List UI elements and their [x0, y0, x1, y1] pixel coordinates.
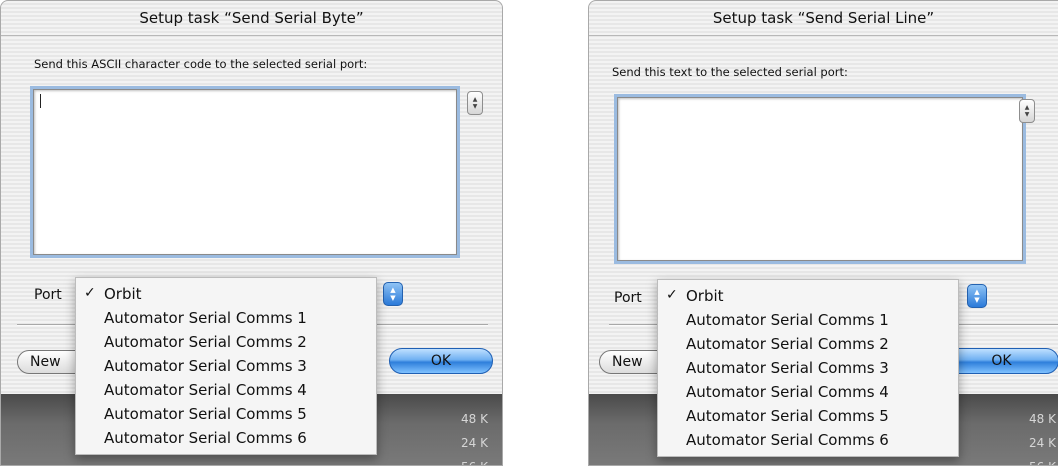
dialog-title: Setup task “Send Serial Byte”	[1, 1, 502, 36]
ok-button[interactable]: OK	[944, 348, 1058, 374]
menu-item-label: Automator Serial Comms 1	[104, 309, 307, 327]
background-file-sizes: 48 K 24 K 56 K	[1029, 407, 1056, 465]
stepper-arrows-icon[interactable]: ▲ ▼	[467, 91, 483, 115]
file-size: 24 K	[1029, 436, 1056, 450]
stepper-arrows-icon[interactable]: ▲ ▼	[1019, 99, 1035, 123]
menu-item-label: Automator Serial Comms 6	[686, 431, 889, 449]
popup-arrows-icon[interactable]: ▲ ▼	[383, 282, 403, 306]
file-size: 56 K	[461, 455, 488, 465]
menu-item-serial-comms-5[interactable]: Automator Serial Comms 5	[658, 404, 958, 428]
menu-item-serial-comms-3[interactable]: Automator Serial Comms 3	[658, 356, 958, 380]
prompt-label: Send this text to the selected serial po…	[612, 65, 848, 79]
file-size: 48 K	[1029, 412, 1056, 426]
text-caret	[40, 94, 41, 108]
background-file-sizes: 48 K 24 K 56 K	[461, 407, 488, 465]
file-size: 56 K	[1029, 455, 1056, 465]
menu-item-label: Automator Serial Comms 4	[686, 383, 889, 401]
menu-item-label: Orbit	[686, 287, 724, 305]
menu-item-serial-comms-1[interactable]: Automator Serial Comms 1	[76, 306, 376, 330]
port-label: Port	[34, 287, 62, 303]
menu-item-label: Automator Serial Comms 2	[104, 333, 307, 351]
menu-item-serial-comms-4[interactable]: Automator Serial Comms 4	[658, 380, 958, 404]
port-popup-menu: ✓ Orbit Automator Serial Comms 1 Automat…	[75, 277, 377, 455]
menu-item-serial-comms-2[interactable]: Automator Serial Comms 2	[658, 332, 958, 356]
menu-item-serial-comms-6[interactable]: Automator Serial Comms 6	[76, 426, 376, 450]
send-serial-line-dialog: Setup task “Send Serial Line” Send this …	[588, 0, 1058, 466]
menu-item-label: Automator Serial Comms 3	[686, 359, 889, 377]
menu-item-label: Automator Serial Comms 1	[686, 311, 889, 329]
prompt-label: Send this ASCII character code to the se…	[34, 57, 368, 71]
menu-item-label: Automator Serial Comms 6	[104, 429, 307, 447]
menu-item-serial-comms-1[interactable]: Automator Serial Comms 1	[658, 308, 958, 332]
checkmark-icon: ✓	[84, 285, 96, 301]
menu-item-orbit[interactable]: ✓ Orbit	[76, 282, 376, 306]
menu-item-serial-comms-2[interactable]: Automator Serial Comms 2	[76, 330, 376, 354]
port-popup-menu: ✓ Orbit Automator Serial Comms 1 Automat…	[657, 279, 959, 457]
port-label: Port	[614, 290, 642, 306]
popup-arrows-icon[interactable]: ▲ ▼	[967, 284, 987, 308]
file-size: 24 K	[461, 436, 488, 450]
menu-item-serial-comms-5[interactable]: Automator Serial Comms 5	[76, 402, 376, 426]
character-code-input[interactable]	[33, 89, 457, 255]
menu-item-serial-comms-4[interactable]: Automator Serial Comms 4	[76, 378, 376, 402]
dialog-title: Setup task “Send Serial Line”	[589, 1, 1058, 36]
file-size: 48 K	[461, 412, 488, 426]
menu-item-serial-comms-6[interactable]: Automator Serial Comms 6	[658, 428, 958, 452]
menu-item-label: Orbit	[104, 285, 142, 303]
send-serial-byte-dialog: Setup task “Send Serial Byte” Send this …	[0, 0, 503, 466]
menu-item-serial-comms-3[interactable]: Automator Serial Comms 3	[76, 354, 376, 378]
menu-item-label: Automator Serial Comms 5	[104, 405, 307, 423]
menu-item-label: Automator Serial Comms 2	[686, 335, 889, 353]
checkmark-icon: ✓	[666, 287, 678, 303]
menu-item-orbit[interactable]: ✓ Orbit	[658, 284, 958, 308]
menu-item-label: Automator Serial Comms 3	[104, 357, 307, 375]
menu-item-label: Automator Serial Comms 4	[104, 381, 307, 399]
ok-button[interactable]: OK	[389, 348, 493, 374]
text-input[interactable]	[617, 97, 1023, 261]
menu-item-label: Automator Serial Comms 5	[686, 407, 889, 425]
